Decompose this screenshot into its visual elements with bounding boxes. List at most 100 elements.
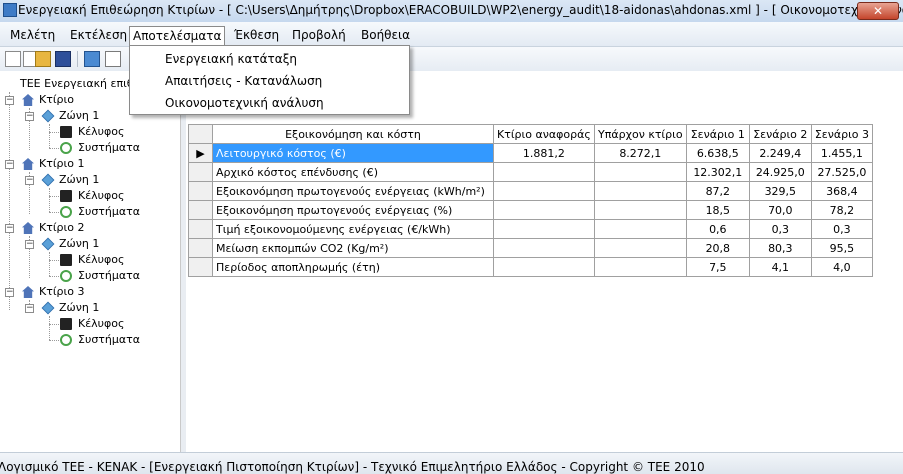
grid-cell[interactable] — [593, 162, 687, 182]
row-header[interactable] — [188, 219, 213, 239]
tree-collapse-toggle[interactable]: − — [25, 176, 34, 185]
menu-item-energy-rating[interactable]: Ενεργειακή κατάταξη — [165, 52, 297, 66]
grid-cell[interactable] — [493, 162, 595, 182]
table-row[interactable]: Αρχικό κόστος επένδυσης (€) 12.302,1 24.… — [188, 162, 874, 182]
column-header-reference-building[interactable]: Κτίριο αναφοράς — [493, 124, 595, 144]
tree-systems-2[interactable]: Συστήματα — [78, 268, 140, 284]
grid-cell-label[interactable]: Αρχικό κόστος επένδυσης (€) — [212, 162, 494, 182]
tree-envelope-3[interactable]: Κέλυφος — [78, 316, 124, 332]
tree-collapse-toggle[interactable]: − — [25, 112, 34, 121]
menu-apotelesmata[interactable]: Αποτελέσματα — [129, 26, 226, 47]
tree-zone-0[interactable]: Ζώνη 1 — [59, 108, 99, 124]
menu-ektelesi[interactable]: Εκτέλεση — [66, 26, 131, 44]
open-folder-icon[interactable] — [35, 51, 51, 67]
tree-collapse-toggle[interactable]: − — [5, 224, 14, 233]
image-icon[interactable] — [84, 51, 100, 67]
column-header-savings-costs[interactable]: Εξοικονόμηση και κόστη — [212, 124, 494, 144]
grid-cell[interactable] — [493, 219, 595, 239]
row-header[interactable] — [188, 238, 213, 258]
table-row[interactable]: ▶ Λειτουργικό κόστος (€) 1.881,2 8.272,1… — [188, 143, 874, 163]
tree-collapse-toggle[interactable]: − — [25, 304, 34, 313]
print-preview-icon[interactable] — [105, 51, 121, 67]
grid-cell[interactable] — [493, 238, 595, 258]
grid-cell[interactable]: 20,8 — [685, 238, 750, 258]
project-tree[interactable]: ΤΕΕ Ενεργειακή επιθε − Κτίριο − Ζώνη 1 Κ… — [0, 74, 181, 452]
grid-cell-label[interactable]: Εξοικονόμηση πρωτογενούς ενέργειας (kWh/… — [212, 181, 494, 201]
save-icon[interactable] — [55, 51, 71, 67]
grid-cell[interactable]: 1.455,1 — [810, 143, 874, 163]
grid-cell-label[interactable]: Λειτουργικό κόστος (€) — [212, 143, 494, 163]
column-header-scenario-2[interactable]: Σενάριο 2 — [748, 124, 812, 144]
grid-cell-label[interactable]: Τιμή εξοικονομούμενης ενέργειας (€/kWh) — [212, 219, 494, 239]
table-row[interactable]: Τιμή εξοικονομούμενης ενέργειας (€/kWh) … — [188, 219, 874, 239]
column-header-scenario-3[interactable]: Σενάριο 3 — [810, 124, 874, 144]
grid-cell[interactable]: 27.525,0 — [810, 162, 874, 182]
tree-envelope-2[interactable]: Κέλυφος — [78, 252, 124, 268]
tree-envelope-0[interactable]: Κέλυφος — [78, 124, 124, 140]
tree-systems-0[interactable]: Συστήματα — [78, 140, 140, 156]
close-button[interactable]: ✕ — [857, 2, 899, 20]
tree-systems-1[interactable]: Συστήματα — [78, 204, 140, 220]
grid-cell-label[interactable]: Εξοικονόμηση πρωτογενούς ενέργειας (%) — [212, 200, 494, 220]
grid-cell[interactable] — [593, 238, 687, 258]
grid-cell[interactable]: 12.302,1 — [685, 162, 750, 182]
grid-cell[interactable]: 8.272,1 — [593, 143, 687, 163]
grid-cell[interactable]: 4,0 — [810, 257, 874, 277]
grid-cell[interactable] — [493, 181, 595, 201]
new-icon[interactable] — [5, 51, 21, 67]
tree-zone-3[interactable]: Ζώνη 1 — [59, 300, 99, 316]
row-header[interactable] — [188, 181, 213, 201]
grid-cell[interactable] — [493, 257, 595, 277]
grid-cell[interactable]: 24.925,0 — [748, 162, 812, 182]
grid-cell[interactable]: 0,3 — [748, 219, 812, 239]
column-header-existing-building[interactable]: Υπάρχον κτίριο — [593, 124, 687, 144]
tree-building-2[interactable]: Κτίριο 2 — [39, 220, 85, 236]
tree-collapse-toggle[interactable]: − — [25, 240, 34, 249]
menu-voitheia[interactable]: Βοήθεια — [357, 26, 414, 44]
table-row[interactable]: Εξοικονόμηση πρωτογενούς ενέργειας (%) 1… — [188, 200, 874, 220]
grid-cell[interactable]: 6.638,5 — [685, 143, 750, 163]
grid-cell[interactable] — [593, 200, 687, 220]
grid-cell-label[interactable]: Περίοδος αποπληρωμής (έτη) — [212, 257, 494, 277]
table-row[interactable]: Μείωση εκπομπών CO2 (Kg/m²) 20,8 80,3 95… — [188, 238, 874, 258]
grid-cell[interactable]: 78,2 — [810, 200, 874, 220]
grid-cell[interactable]: 329,5 — [748, 181, 812, 201]
grid-cell-label[interactable]: Μείωση εκπομπών CO2 (Kg/m²) — [212, 238, 494, 258]
tree-collapse-toggle[interactable]: − — [5, 160, 14, 169]
grid-cell[interactable]: 70,0 — [748, 200, 812, 220]
row-header[interactable] — [188, 162, 213, 182]
grid-cell[interactable]: 95,5 — [810, 238, 874, 258]
table-row[interactable]: Εξοικονόμηση πρωτογενούς ενέργειας (kWh/… — [188, 181, 874, 201]
tree-zone-1[interactable]: Ζώνη 1 — [59, 172, 99, 188]
tree-collapse-toggle[interactable]: − — [5, 96, 14, 105]
grid-cell[interactable]: 1.881,2 — [493, 143, 595, 163]
grid-cell[interactable]: 80,3 — [748, 238, 812, 258]
grid-cell[interactable] — [593, 181, 687, 201]
grid-cell[interactable]: 368,4 — [810, 181, 874, 201]
tree-building-1[interactable]: Κτίριο 1 — [39, 156, 85, 172]
row-header[interactable] — [188, 257, 213, 277]
tree-building-3[interactable]: Κτίριο 3 — [39, 284, 85, 300]
tree-envelope-1[interactable]: Κέλυφος — [78, 188, 124, 204]
grid-cell[interactable]: 7,5 — [685, 257, 750, 277]
menu-meleti[interactable]: Μελέτη — [6, 26, 59, 44]
tree-collapse-toggle[interactable]: − — [5, 288, 14, 297]
grid-cell[interactable]: 2.249,4 — [748, 143, 812, 163]
menu-provoli[interactable]: Προβολή — [288, 26, 350, 44]
grid-cell[interactable]: 4,1 — [748, 257, 812, 277]
tree-root[interactable]: ΤΕΕ Ενεργειακή επιθε — [20, 76, 140, 92]
table-row[interactable]: Περίοδος αποπληρωμής (έτη) 7,5 4,1 4,0 — [188, 257, 874, 277]
menu-item-economic-analysis[interactable]: Οικονομοτεχνική ανάλυση — [165, 96, 324, 110]
grid-cell[interactable] — [593, 219, 687, 239]
tree-building-0[interactable]: Κτίριο — [39, 92, 74, 108]
row-header[interactable] — [188, 200, 213, 220]
grid-cell[interactable] — [593, 257, 687, 277]
menu-ekthesi[interactable]: Έκθεση — [230, 26, 283, 44]
column-header-scenario-1[interactable]: Σενάριο 1 — [685, 124, 750, 144]
menu-item-requirements-consumption[interactable]: Απαιτήσεις - Κατανάλωση — [165, 74, 322, 88]
tree-systems-3[interactable]: Συστήματα — [78, 332, 140, 348]
grid-cell[interactable]: 87,2 — [685, 181, 750, 201]
grid-cell[interactable]: 18,5 — [685, 200, 750, 220]
grid-cell[interactable] — [493, 200, 595, 220]
grid-cell[interactable]: 0,3 — [810, 219, 874, 239]
